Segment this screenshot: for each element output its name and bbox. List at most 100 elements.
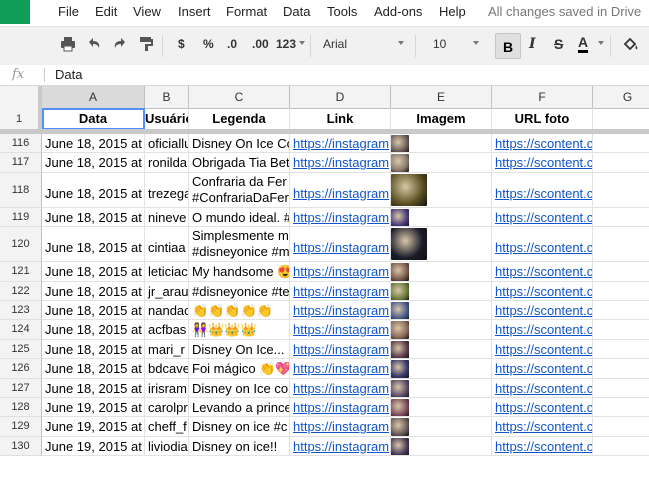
cell-data[interactable]: June 19, 2015 at [42,417,145,437]
cell-legenda[interactable]: Disney On Ice Co [189,134,290,154]
cell-link[interactable]: https://instagram [290,436,391,457]
cell-usuario[interactable]: jr_arau [145,281,189,301]
row-header[interactable]: 129 [0,417,42,437]
cell-data[interactable]: June 18, 2015 at [42,339,145,360]
cell-link[interactable]: https://instagram [290,134,391,154]
cell-data[interactable]: June 18, 2015 at [42,320,145,340]
cell-legenda[interactable]: Simplesmente m #disneyonice #m [189,227,290,263]
cell-empty[interactable] [593,262,649,282]
cell-legenda[interactable]: Disney on ice #c [189,417,290,437]
row-header[interactable]: 127 [0,378,42,398]
cell-imagem[interactable] [391,281,492,301]
row-header[interactable]: 120 [0,227,42,263]
cell-data[interactable]: June 18, 2015 at [42,378,145,398]
cell-url-foto[interactable]: https://scontent.cdninstagra [492,301,593,321]
cell-empty[interactable] [593,320,649,340]
select-all-corner[interactable] [0,86,42,108]
cell-data[interactable]: June 18, 2015 at [42,262,145,282]
cell-usuario[interactable]: mari_r [145,339,189,360]
redo-icon[interactable] [112,36,128,52]
cell-legenda[interactable]: My handsome 😍 [189,262,290,282]
column-header-g[interactable]: G [593,86,649,108]
cell-url-foto[interactable]: https://scontent.cdninstagra [492,359,593,379]
cell-imagem[interactable] [391,339,492,360]
strikethrough-button[interactable]: S [554,36,563,52]
cell-link[interactable]: https://instagram [290,227,391,263]
cell-usuario[interactable]: carolpr [145,398,189,418]
fill-color-icon[interactable] [622,36,640,52]
cell-link[interactable]: https://instagram [290,339,391,360]
row-header[interactable]: 122 [0,281,42,301]
cell-url-foto[interactable]: https://scontent.cdninstagra [492,134,593,154]
cell-link[interactable]: https://instagram [290,262,391,282]
cell-empty[interactable] [593,340,649,360]
cell-data[interactable]: June 19, 2015 at [42,398,145,418]
cell-imagem[interactable] [391,227,492,263]
increase-decimals-button[interactable]: .00 [252,37,269,51]
row-header[interactable]: 117 [0,153,42,173]
cell-empty[interactable] [593,173,649,208]
cell-legenda[interactable]: Disney On Ice... [189,339,290,360]
cell-legenda[interactable]: Confraria da Fer #ConfrariaDaFer [189,172,290,208]
font-size-select[interactable]: 10 [433,37,446,51]
cell-imagem[interactable] [391,436,492,457]
cell-imagem[interactable] [391,262,492,282]
cell-legenda[interactable]: #disneyonice #te [189,281,290,301]
menu-format[interactable]: Format [226,4,267,19]
cell-data[interactable]: June 19, 2015 at [42,436,145,457]
cell-data[interactable]: June 18, 2015 at [42,227,145,263]
cell-url-foto[interactable]: https://scontent.cdninstagra [492,398,593,418]
cell-imagem[interactable] [391,301,492,321]
column-header-b[interactable]: B [145,86,189,108]
cell-empty[interactable] [593,301,649,321]
cell-legenda[interactable]: 👏👏👏👏👏 [189,301,290,321]
cell-imagem[interactable] [391,398,492,418]
header-cell-data[interactable]: Data [42,108,145,130]
cell-data[interactable]: June 18, 2015 at [42,134,145,154]
undo-icon[interactable] [86,36,102,52]
cell-data[interactable]: June 18, 2015 at [42,281,145,301]
paint-format-icon[interactable] [138,36,154,52]
row-header[interactable]: 130 [0,436,42,457]
cell-empty[interactable] [593,379,649,398]
cell-link[interactable]: https://instagram [290,281,391,301]
row-header[interactable]: 128 [0,398,42,418]
cell-empty[interactable] [593,134,649,154]
cell-data[interactable]: June 18, 2015 at [42,172,145,208]
percent-format-button[interactable]: % [203,37,214,51]
cell-empty[interactable] [593,359,649,379]
cell-empty[interactable] [593,417,649,437]
cell-usuario[interactable]: liviodia [145,436,189,457]
save-status[interactable]: All changes saved in Drive [488,4,641,19]
menu-view[interactable]: View [133,4,161,19]
cell-legenda[interactable]: 👭👑👑👑 [189,320,290,340]
row-header[interactable]: 123 [0,301,42,321]
formula-input[interactable]: Data [55,67,82,82]
header-cell-imagem[interactable]: Imagem [391,108,492,130]
column-header-a[interactable]: A [42,86,145,108]
cell-usuario[interactable]: trezega [145,172,189,208]
cell-link[interactable]: https://instagram [290,207,391,228]
menu-add-ons[interactable]: Add-ons [374,4,422,19]
cell-url-foto[interactable]: https://scontent.cdninstagra [492,436,593,457]
cell-imagem[interactable] [391,134,492,154]
menu-tools[interactable]: Tools [327,4,357,19]
cell-usuario[interactable]: nandac [145,301,189,321]
cell-usuario[interactable]: cintiaa [145,227,189,263]
cell-empty[interactable] [593,227,649,263]
cell-legenda[interactable]: Foi mágico 👏💖 [189,359,290,379]
cell-imagem[interactable] [391,378,492,398]
cell-url-foto[interactable]: https://scontent.cdninstagra [492,153,593,173]
cell-empty[interactable] [593,398,649,418]
cell-imagem[interactable] [391,172,492,208]
cell-usuario[interactable]: cheff_f [145,417,189,437]
cell-empty[interactable] [593,437,649,457]
cell-url-foto[interactable]: https://scontent.cdninstagra [492,227,593,263]
cell-url-foto[interactable]: https://scontent.cdninstagra [492,172,593,208]
column-header-c[interactable]: C [189,86,290,108]
cell-usuario[interactable]: irisram [145,378,189,398]
cell-usuario[interactable]: ronilda [145,153,189,173]
cell-usuario[interactable]: nineve [145,207,189,228]
cell-imagem[interactable] [391,359,492,379]
cell-data[interactable]: June 18, 2015 at [42,359,145,379]
